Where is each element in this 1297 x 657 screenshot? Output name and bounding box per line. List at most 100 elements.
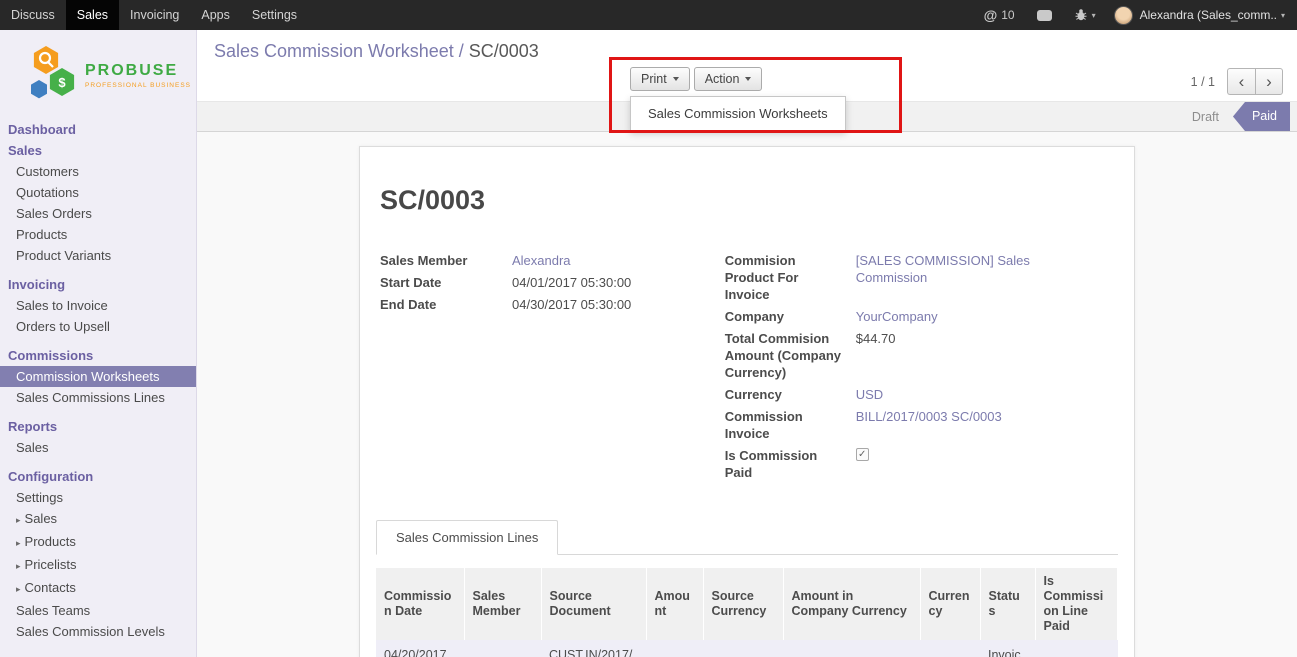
sidebar-section-commissions[interactable]: Commissions — [0, 345, 196, 366]
end-date-value: 04/30/2017 05:30:00 — [512, 296, 631, 313]
topbar-item-settings[interactable]: Settings — [241, 0, 308, 30]
field-currency: Currency USD — [725, 386, 1118, 403]
expand-caret-icon: ▸ — [16, 561, 21, 571]
sidebar-item-sales-teams[interactable]: Sales Teams — [0, 600, 196, 621]
sidebar-section-configuration[interactable]: Configuration — [0, 466, 196, 487]
sidebar-item-dashboard[interactable]: Dashboard — [0, 119, 196, 140]
table-header-row: Commission Date Sales Member Source Docu… — [376, 568, 1118, 640]
status-draft[interactable]: Draft — [1192, 110, 1219, 124]
sidebar-item-products[interactable]: Products — [0, 224, 196, 245]
col-source-document: Source Document — [541, 568, 646, 640]
breadcrumb-current: SC/0003 — [469, 41, 539, 61]
col-is-commission-line-paid: Is Commission Line Paid — [1035, 568, 1118, 640]
sidebar-item-config-sales[interactable]: ▸Sales — [0, 508, 196, 531]
expand-caret-icon: ▸ — [16, 515, 21, 525]
pager-previous-button[interactable]: ‹ — [1227, 68, 1255, 95]
topbar-item-apps[interactable]: Apps — [190, 0, 241, 30]
sidebar-item-commission-worksheets[interactable]: Commission Worksheets — [0, 366, 196, 387]
sidebar-item-contacts[interactable]: ▸Contacts — [0, 577, 196, 600]
sidebar-item-product-variants[interactable]: Product Variants — [0, 245, 196, 266]
sidebar-section-invoicing[interactable]: Invoicing — [0, 274, 196, 295]
control-panel: Sales Commission Worksheet/SC/0003 Print… — [197, 30, 1297, 101]
print-button[interactable]: Print — [630, 67, 690, 91]
field-groups: Sales Member Alexandra Start Date 04/01/… — [376, 252, 1118, 486]
field-commission-invoice: Commission Invoice BILL/2017/0003 SC/000… — [725, 408, 1118, 442]
sidebar-item-settings[interactable]: Settings — [0, 487, 196, 508]
status-paid[interactable]: Paid — [1233, 102, 1290, 131]
tab-bar: Sales Commission Lines — [376, 520, 1118, 555]
main-area: Sales Commission Worksheet/SC/0003 Print… — [197, 30, 1297, 657]
table-row[interactable]: 04/20/2017 05:30:00 Alexandra CUST.IN/20… — [376, 640, 1118, 657]
pager: 1 / 1 ‹ › — [1191, 68, 1283, 95]
field-is-commission-paid: Is Commission Paid ✓ — [725, 447, 1118, 481]
chevron-down-icon — [745, 77, 751, 81]
sidebar-item-pricelists[interactable]: ▸Pricelists — [0, 554, 196, 577]
col-source-currency: Source Currency — [703, 568, 783, 640]
col-commission-date: Commission Date — [376, 568, 464, 640]
print-dropdown-menu: Sales Commission Worksheets — [630, 96, 846, 131]
sidebar-item-config-products[interactable]: ▸Products — [0, 531, 196, 554]
sidebar-item-customers[interactable]: Customers — [0, 161, 196, 182]
sidebar: $ PROBUSE PROFESSIONAL BUSINESS Dashboar… — [0, 30, 197, 657]
user-menu-label[interactable]: Alexandra (Sales_comm.. — [1140, 8, 1277, 22]
probuse-logo-icon: $ — [26, 44, 78, 107]
topbar-item-sales[interactable]: Sales — [66, 0, 119, 30]
topbar-item-discuss[interactable]: Discuss — [0, 0, 66, 30]
user-avatar[interactable] — [1114, 6, 1133, 25]
bug-icon[interactable] — [1074, 8, 1088, 22]
sidebar-item-reports-sales[interactable]: Sales — [0, 437, 196, 458]
svg-text:$: $ — [58, 75, 66, 90]
top-navbar: Discuss Sales Invoicing Apps Settings @ … — [0, 0, 1297, 30]
col-currency: Currency — [920, 568, 980, 640]
probuse-logo[interactable]: $ PROBUSE PROFESSIONAL BUSINESS — [0, 30, 196, 119]
sidebar-item-sales-commissions-lines[interactable]: Sales Commissions Lines — [0, 387, 196, 408]
breadcrumb-parent-link[interactable]: Sales Commission Worksheet — [214, 41, 454, 61]
col-amount: Amount — [646, 568, 703, 640]
topbar-menu: Discuss Sales Invoicing Apps Settings — [0, 0, 308, 30]
field-total-commission: Total Commision Amount (Company Currency… — [725, 330, 1118, 381]
col-status: Status — [980, 568, 1035, 640]
commission-lines-table: Commission Date Sales Member Source Docu… — [376, 568, 1118, 657]
currency-link[interactable]: USD — [856, 386, 883, 403]
sidebar-nav: Dashboard Sales Customers Quotations Sal… — [0, 119, 196, 642]
field-sales-member: Sales Member Alexandra — [380, 252, 725, 269]
expand-caret-icon: ▸ — [16, 584, 21, 594]
print-menu-item-sales-commission-worksheets[interactable]: Sales Commission Worksheets — [631, 101, 845, 126]
brand-tagline: PROFESSIONAL BUSINESS — [85, 82, 191, 89]
field-end-date: End Date 04/30/2017 05:30:00 — [380, 296, 725, 313]
mention-count: 10 — [1001, 8, 1014, 22]
commission-invoice-link[interactable]: BILL/2017/0003 SC/0003 — [856, 408, 1002, 442]
col-amount-company-currency: Amount in Company Currency — [783, 568, 920, 640]
record-title: SC/0003 — [380, 185, 1118, 216]
sales-member-link[interactable]: Alexandra — [512, 252, 571, 269]
pager-value: 1 / 1 — [1191, 75, 1215, 89]
sidebar-item-sales-commission-levels[interactable]: Sales Commission Levels — [0, 621, 196, 642]
total-commission-value: $44.70 — [856, 330, 896, 381]
field-start-date: Start Date 04/01/2017 05:30:00 — [380, 274, 725, 291]
pager-next-button[interactable]: › — [1255, 68, 1283, 95]
field-company: Company YourCompany — [725, 308, 1118, 325]
commission-product-link[interactable]: [SALES COMMISSION] Sales Commission — [856, 252, 1036, 303]
chevron-down-icon — [673, 77, 679, 81]
chevron-down-icon[interactable]: ▾ — [1092, 11, 1096, 20]
mention-icon[interactable]: @ — [984, 7, 998, 23]
chevron-down-icon[interactable]: ▾ — [1281, 11, 1285, 20]
sidebar-item-sales-to-invoice[interactable]: Sales to Invoice — [0, 295, 196, 316]
start-date-value: 04/01/2017 05:30:00 — [512, 274, 631, 291]
chat-icon[interactable] — [1037, 10, 1052, 21]
field-commission-product: Commision Product For Invoice [SALES COM… — [725, 252, 1118, 303]
sidebar-item-orders-to-upsell[interactable]: Orders to Upsell — [0, 316, 196, 337]
sidebar-section-reports[interactable]: Reports — [0, 416, 196, 437]
form-view: SC/0003 Sales Member Alexandra Start Dat… — [197, 132, 1297, 657]
notebook: Sales Commission Lines Commission Date S… — [376, 520, 1118, 657]
breadcrumb-separator: / — [459, 41, 464, 61]
tab-sales-commission-lines[interactable]: Sales Commission Lines — [376, 520, 558, 555]
sidebar-item-sales-orders[interactable]: Sales Orders — [0, 203, 196, 224]
breadcrumb: Sales Commission Worksheet/SC/0003 — [214, 41, 539, 62]
sidebar-section-sales[interactable]: Sales — [0, 140, 196, 161]
sidebar-item-quotations[interactable]: Quotations — [0, 182, 196, 203]
action-button[interactable]: Action — [694, 67, 763, 91]
company-link[interactable]: YourCompany — [856, 308, 938, 325]
control-panel-buttons: Print Action — [630, 67, 762, 91]
topbar-item-invoicing[interactable]: Invoicing — [119, 0, 190, 30]
